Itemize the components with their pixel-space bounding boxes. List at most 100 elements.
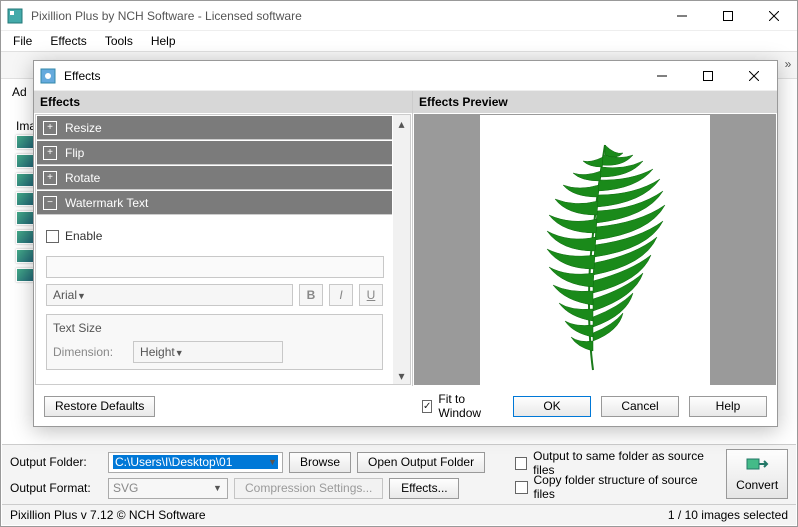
menu-tools[interactable]: Tools — [97, 32, 141, 50]
menubar: File Effects Tools Help — [1, 31, 797, 51]
fit-to-window-checkbox-row[interactable]: Fit to Window — [422, 394, 493, 418]
copy-structure-checkbox-row[interactable]: Copy folder structure of source files — [515, 475, 719, 499]
dialog-minimize-button[interactable] — [639, 61, 685, 91]
output-folder-select[interactable]: C:\Users\I\Desktop\01 ▼ — [108, 452, 283, 473]
preview-area — [414, 114, 776, 385]
thumbnail[interactable] — [16, 249, 34, 263]
thumbnail[interactable] — [16, 154, 34, 168]
dialog-titlebar: Effects — [34, 61, 777, 91]
dialog-icon — [34, 68, 62, 84]
expand-icon: + — [43, 121, 57, 135]
status-right: 1 / 10 images selected — [668, 508, 788, 522]
scroll-down-icon[interactable]: ▾ — [393, 367, 410, 384]
compression-settings-button: Compression Settings... — [234, 478, 383, 499]
chevron-down-icon: ▼ — [264, 454, 281, 471]
convert-button[interactable]: Convert — [726, 449, 788, 499]
dialog-maximize-button[interactable] — [685, 61, 731, 91]
same-folder-checkbox-row[interactable]: Output to same folder as source files — [515, 451, 719, 475]
effect-item-rotate[interactable]: + Rotate — [37, 166, 392, 190]
bold-button[interactable]: B — [299, 284, 323, 306]
expand-icon: + — [43, 171, 57, 185]
underline-button[interactable]: U — [359, 284, 383, 306]
ok-button[interactable]: OK — [513, 396, 591, 417]
scroll-up-icon[interactable]: ▴ — [393, 115, 410, 132]
thumbnail[interactable] — [16, 173, 34, 187]
app-icon — [1, 8, 29, 24]
dimension-label: Dimension: — [53, 345, 113, 359]
effects-button[interactable]: Effects... — [389, 478, 459, 499]
dialog-footer: Restore Defaults Fit to Window OK Cancel… — [34, 386, 777, 426]
main-titlebar: Pixillion Plus by NCH Software - License… — [1, 1, 797, 31]
output-format-select[interactable]: SVG ▼ — [108, 478, 228, 499]
statusbar: Pixillion Plus v 7.12 © NCH Software 1 /… — [2, 504, 796, 525]
close-button[interactable] — [751, 1, 797, 31]
convert-label: Convert — [736, 478, 778, 492]
menu-effects[interactable]: Effects — [42, 32, 94, 50]
bottom-panel: Output Folder: C:\Users\I\Desktop\01 ▼ B… — [2, 444, 796, 504]
thumbnail[interactable] — [16, 268, 34, 282]
browse-button[interactable]: Browse — [289, 452, 351, 473]
open-output-folder-button[interactable]: Open Output Folder — [357, 452, 485, 473]
effects-preview-header: Effects Preview — [413, 91, 777, 113]
preview-canvas — [480, 115, 710, 385]
effects-dialog: Effects Effects + Resize + Flip + — [33, 60, 778, 427]
collapse-icon: − — [43, 196, 57, 210]
help-button[interactable]: Help — [689, 396, 767, 417]
minimize-button[interactable] — [659, 1, 705, 31]
dimension-select[interactable]: Height ▼ — [133, 341, 283, 363]
status-left: Pixillion Plus v 7.12 © NCH Software — [10, 508, 206, 522]
effect-label: Rotate — [65, 171, 100, 185]
toolbar-overflow-icon[interactable]: » — [781, 57, 795, 71]
checkbox-icon — [46, 230, 59, 243]
effects-scrollbar[interactable]: ▴ ▾ — [393, 115, 410, 384]
output-format-label: Output Format: — [10, 481, 102, 495]
maximize-button[interactable] — [705, 1, 751, 31]
effect-label: Resize — [65, 121, 102, 135]
menu-file[interactable]: File — [5, 32, 40, 50]
effect-label: Flip — [65, 146, 84, 160]
thumbnail[interactable] — [16, 230, 34, 244]
expand-icon: + — [43, 146, 57, 160]
enable-label: Enable — [65, 229, 102, 243]
effect-item-resize[interactable]: + Resize — [37, 116, 392, 140]
chevron-down-icon: ▼ — [77, 288, 86, 302]
effect-label: Watermark Text — [65, 196, 148, 210]
output-folder-label: Output Folder: — [10, 455, 102, 469]
text-size-group: Text Size Dimension: Height ▼ — [46, 314, 383, 370]
text-size-label: Text Size — [53, 321, 376, 335]
dialog-title: Effects — [62, 69, 639, 83]
menu-help[interactable]: Help — [143, 32, 184, 50]
checkbox-icon — [515, 481, 528, 494]
dialog-close-button[interactable] — [731, 61, 777, 91]
font-select[interactable]: Arial ▼ — [46, 284, 293, 306]
main-title: Pixillion Plus by NCH Software - License… — [29, 9, 659, 23]
effects-list: + Resize + Flip + Rotate − Watermark Tex… — [36, 115, 393, 384]
chevron-down-icon: ▼ — [209, 480, 226, 497]
italic-button[interactable]: I — [329, 284, 353, 306]
enable-checkbox-row[interactable]: Enable — [46, 224, 383, 248]
copy-structure-label: Copy folder structure of source files — [534, 473, 719, 501]
thumbnail[interactable] — [16, 192, 34, 206]
scroll-track[interactable] — [393, 132, 410, 367]
thumbnail[interactable] — [16, 211, 34, 225]
fit-to-window-label: Fit to Window — [438, 392, 493, 420]
fern-image — [505, 125, 685, 375]
effect-item-flip[interactable]: + Flip — [37, 141, 392, 165]
checkbox-checked-icon — [422, 400, 432, 413]
convert-icon — [745, 456, 769, 476]
effect-item-watermark-text[interactable]: − Watermark Text — [37, 191, 392, 215]
cancel-button[interactable]: Cancel — [601, 396, 679, 417]
output-folder-value: C:\Users\I\Desktop\01 — [113, 455, 278, 469]
thumbnail[interactable] — [16, 135, 34, 149]
watermark-text-input[interactable] — [46, 256, 384, 278]
thumbnail-strip — [16, 135, 34, 287]
effects-list-header: Effects — [34, 91, 412, 113]
watermark-text-panel: Enable Arial ▼ B I U — [36, 216, 393, 378]
restore-defaults-button[interactable]: Restore Defaults — [44, 396, 155, 417]
checkbox-icon — [515, 457, 527, 470]
font-value: Arial — [53, 288, 77, 302]
dimension-value: Height — [140, 345, 175, 359]
output-format-value: SVG — [113, 481, 138, 495]
add-label: Ad — [12, 85, 27, 99]
chevron-down-icon: ▼ — [175, 345, 184, 359]
